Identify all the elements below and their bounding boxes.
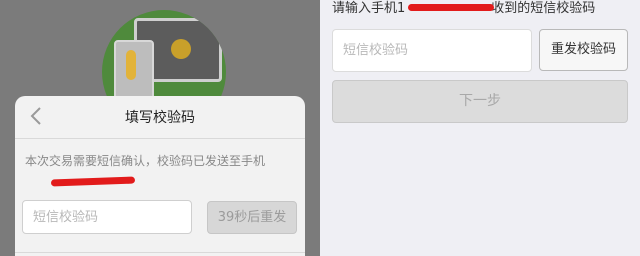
right-screen: 请输入手机1 收到的短信校验码 重发校验码 下一步: [320, 0, 640, 256]
verification-dialog: 填写校验码 本次交易需要短信确认，校验码已发送至手机 39秒后重发: [15, 96, 305, 256]
dialog-divider: [15, 252, 305, 253]
dialog-message: 本次交易需要短信确认，校验码已发送至手机: [25, 153, 295, 170]
resend-countdown-button[interactable]: 39秒后重发: [207, 201, 297, 234]
dialog-header: 填写校验码: [15, 96, 305, 139]
resend-code-button[interactable]: 重发校验码: [539, 29, 628, 71]
redaction-mark: [50, 176, 136, 187]
sms-prompt-prefix: 请输入手机1: [332, 1, 406, 16]
sms-prompt-suffix: 收到的短信校验码: [491, 1, 596, 16]
dialog-message-text: 本次交易需要短信确认，校验码已发送至手机: [25, 154, 266, 168]
redaction-mark: [408, 4, 494, 11]
sms-code-input[interactable]: [332, 29, 532, 72]
coin-icon: [171, 39, 191, 59]
next-step-button[interactable]: 下一步: [332, 80, 628, 123]
left-screen: 填写校验码 本次交易需要短信确认，校验码已发送至手机 39秒后重发: [0, 0, 320, 256]
dialog-title: 填写校验码: [125, 110, 195, 126]
sms-code-input[interactable]: [22, 200, 192, 234]
key-icon: [126, 50, 136, 80]
